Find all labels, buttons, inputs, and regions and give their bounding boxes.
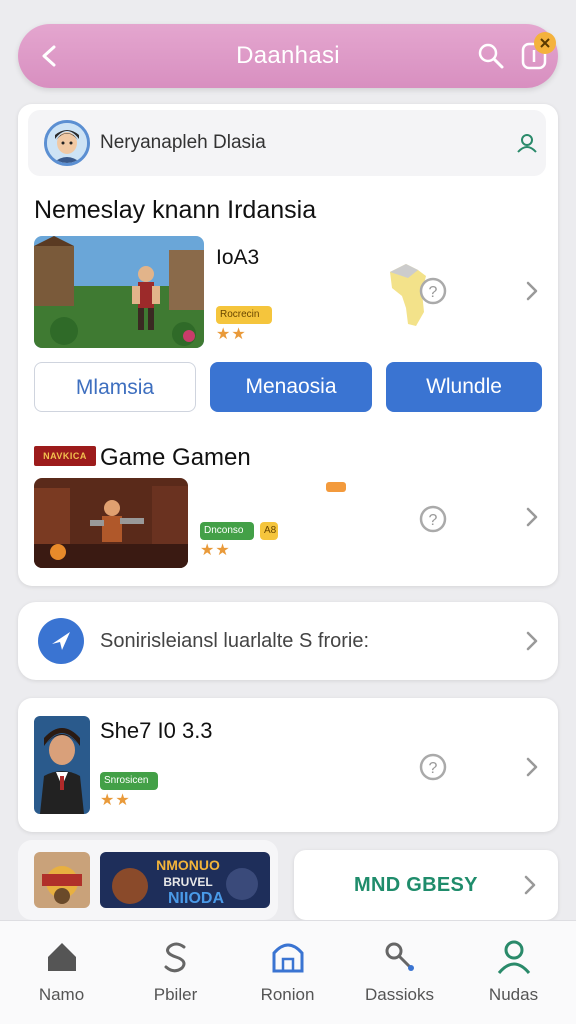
game-thumbnail-2[interactable] [34, 478, 188, 568]
nav-label: Namo [38, 985, 85, 1004]
featured-card: Neryanaplеh Dlasia Nemeslay knann Irdans… [18, 104, 558, 586]
nav-item-home[interactable]: Namo [4, 921, 119, 1024]
chevron-right-icon[interactable] [522, 628, 542, 654]
store-icon [272, 943, 304, 973]
people-icon[interactable] [514, 130, 540, 156]
search-icon[interactable] [474, 39, 508, 73]
nav-item-keys[interactable]: Dassioks [342, 921, 457, 1024]
avatar[interactable] [44, 120, 90, 166]
banner-strip: NMONUO BRUVEL NIIODA [18, 840, 278, 920]
game-thumbnail-3[interactable] [34, 716, 90, 814]
chevron-right-icon[interactable] [522, 278, 542, 304]
home-icon [48, 943, 76, 971]
game-tag-4: Snrosicen [100, 772, 158, 790]
game-logo: NAVKICA [34, 446, 96, 466]
notification-badge [534, 32, 556, 54]
svg-text:?: ? [429, 512, 438, 529]
key-icon [385, 942, 414, 971]
header-bar: Daanhasi [18, 24, 558, 88]
nav-label: Nudas [488, 985, 539, 1004]
nav-label: Pbiler [153, 985, 198, 1004]
svg-text:?: ? [429, 760, 438, 777]
star-rating-2: ★★ [200, 542, 231, 559]
star-rating-3: ★★ [100, 792, 131, 809]
s-curve-icon [164, 942, 186, 973]
star-rating: ★★ [216, 326, 247, 343]
nav-label: Dassioks [365, 985, 434, 1004]
decorative-icon [326, 482, 346, 492]
filter-button-1[interactable]: Mlamsia [34, 362, 196, 412]
chevron-right-icon[interactable] [522, 754, 542, 780]
navigation-icon[interactable] [38, 618, 84, 664]
game-title-3: She7 I0 3.3 [100, 718, 213, 743]
nav-label: Ronion [260, 985, 315, 1004]
help-icon-3[interactable]: ? [418, 752, 448, 782]
svg-text:?: ? [429, 284, 438, 301]
nav-item-store[interactable]: Ronion [230, 921, 345, 1024]
game-icon-thumbnail[interactable] [34, 852, 90, 908]
game-thumbnail[interactable] [34, 236, 204, 348]
chevron-right-icon[interactable] [522, 504, 542, 530]
banner-text-bottom: NIIODA [168, 890, 224, 907]
bottom-navigation: Namo Pbiler Ronion Dassioks Nudas [0, 920, 576, 1024]
filter-button-2[interactable]: Menaosia [210, 362, 372, 412]
help-icon[interactable]: ? [418, 276, 448, 306]
section-title-2: Game Gamen [100, 444, 251, 471]
banner-text-top: NMONUO [156, 857, 220, 873]
user-row[interactable]: Neryanaplеh Dlasia [28, 110, 546, 176]
game-tag: Rocrecin [216, 306, 272, 324]
user-icon [497, 940, 531, 974]
cta-card[interactable]: MND GBESY [294, 850, 558, 920]
promo-text: Sonirisleiansl luarlalte S frorie: [100, 630, 370, 652]
game-card-3[interactable]: She7 I0 3.3 Snrosicen ★★ ? [18, 698, 558, 832]
chevron-right-icon[interactable] [520, 872, 540, 898]
nav-item-user[interactable]: Nudas [456, 921, 571, 1024]
promo-card[interactable]: Sonirisleiansl luarlalte S frorie: [18, 602, 558, 680]
banner-text-mid: BRUVEL [163, 875, 212, 889]
cta-label: MND GBESY [354, 874, 478, 896]
game-tag-2: Dnconso [200, 522, 254, 540]
game-title: IoA3 [216, 246, 260, 269]
username: Neryanaplеh Dlasia [100, 132, 266, 153]
filter-button-3[interactable]: Wlundle [386, 362, 542, 412]
game-tag-3: A8 [260, 522, 278, 540]
help-icon-2[interactable]: ? [418, 504, 448, 534]
section-title: Nemeslay knann Irdansia [34, 196, 317, 224]
nav-item-profile[interactable]: Pbiler [118, 921, 233, 1024]
game-banner[interactable]: NMONUO BRUVEL NIIODA [100, 852, 270, 908]
